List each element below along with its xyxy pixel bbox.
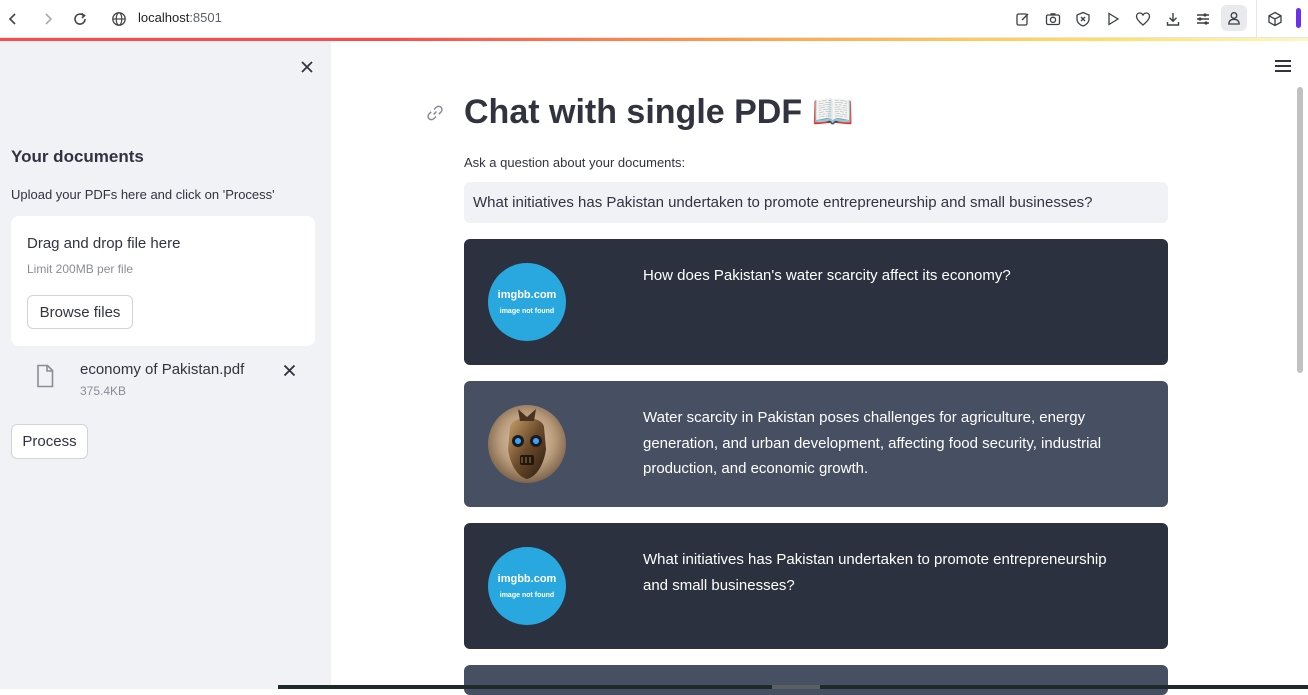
- sidebar-heading: Your documents: [11, 147, 144, 166]
- user-avatar: imgbb.com image not found: [488, 263, 566, 341]
- back-icon[interactable]: [2, 8, 24, 30]
- edit-icon[interactable]: [1013, 9, 1033, 29]
- reload-icon[interactable]: [69, 8, 91, 30]
- file-size: 375.4KB: [80, 384, 127, 398]
- message-text: How does Pakistan's water scarcity affec…: [643, 267, 1011, 284]
- question-input[interactable]: [464, 182, 1168, 223]
- file-name: economy of Pakistan.pdf: [80, 361, 245, 378]
- close-sidebar-icon[interactable]: [296, 56, 318, 78]
- dropzone-limit: Limit 200MB per file: [27, 262, 134, 276]
- extensions-icon[interactable]: [1265, 9, 1285, 29]
- toolbar-divider: [1256, 0, 1257, 38]
- sidebar: Your documents Upload your PDFs here and…: [0, 41, 331, 689]
- chat-message-user: imgbb.com image not found How does Pakis…: [464, 239, 1168, 365]
- page-title: Chat with single PDF 📖: [464, 93, 854, 131]
- avatar-brand-text: imgbb.com: [497, 289, 557, 301]
- camera-icon[interactable]: [1043, 9, 1063, 29]
- avatar-brand-text: imgbb.com: [497, 573, 557, 585]
- address-bar[interactable]: localhost:8501: [138, 10, 222, 25]
- horizontal-scrollbar-thumb[interactable]: [772, 685, 820, 689]
- browse-files-button[interactable]: Browse files: [27, 295, 133, 329]
- avatar-error-text: image not found: [499, 592, 555, 599]
- message-text: What initiatives has Pakistan undertaken…: [643, 551, 1107, 594]
- dropzone-label: Drag and drop file here: [27, 235, 181, 252]
- avatar-error-text: image not found: [499, 308, 555, 315]
- user-avatar: imgbb.com image not found: [488, 547, 566, 625]
- shield-icon[interactable]: [1073, 9, 1093, 29]
- forward-icon[interactable]: [37, 8, 59, 30]
- chat-message-bot: Water scarcity in Pakistan poses challen…: [464, 381, 1168, 507]
- uploaded-file: economy of Pakistan.pdf 375.4KB: [11, 353, 315, 403]
- remove-file-icon[interactable]: [279, 360, 299, 380]
- upload-instructions: Upload your PDFs here and click on 'Proc…: [11, 187, 275, 202]
- anchor-link-icon[interactable]: [425, 103, 445, 123]
- file-dropzone[interactable]: Drag and drop file here Limit 200MB per …: [11, 216, 315, 346]
- bot-avatar: [488, 405, 566, 483]
- sidebar-toggle-accent[interactable]: [1296, 8, 1301, 28]
- browser-toolbar: localhost:8501: [0, 0, 1308, 38]
- main-content: Chat with single PDF 📖 Ask a question ab…: [331, 41, 1308, 695]
- file-icon: [35, 364, 55, 388]
- url-host: localhost: [138, 10, 190, 25]
- process-button[interactable]: Process: [11, 424, 88, 459]
- main-scrollbar[interactable]: [1297, 87, 1303, 373]
- download-icon[interactable]: [1163, 9, 1183, 29]
- heart-icon[interactable]: [1133, 9, 1153, 29]
- url-port: :8501: [189, 10, 222, 25]
- hamburger-menu-icon[interactable]: [1271, 57, 1295, 75]
- profile-icon[interactable]: [1221, 5, 1247, 31]
- chat-message-bot-partial: [464, 665, 1168, 695]
- site-info-icon[interactable]: [108, 8, 130, 30]
- chat-message-user: imgbb.com image not found What initiativ…: [464, 523, 1168, 649]
- question-label: Ask a question about your documents:: [464, 155, 686, 170]
- message-text: Water scarcity in Pakistan poses challen…: [643, 409, 1102, 477]
- tab-list-icon[interactable]: [1193, 9, 1213, 29]
- play-icon[interactable]: [1103, 9, 1123, 29]
